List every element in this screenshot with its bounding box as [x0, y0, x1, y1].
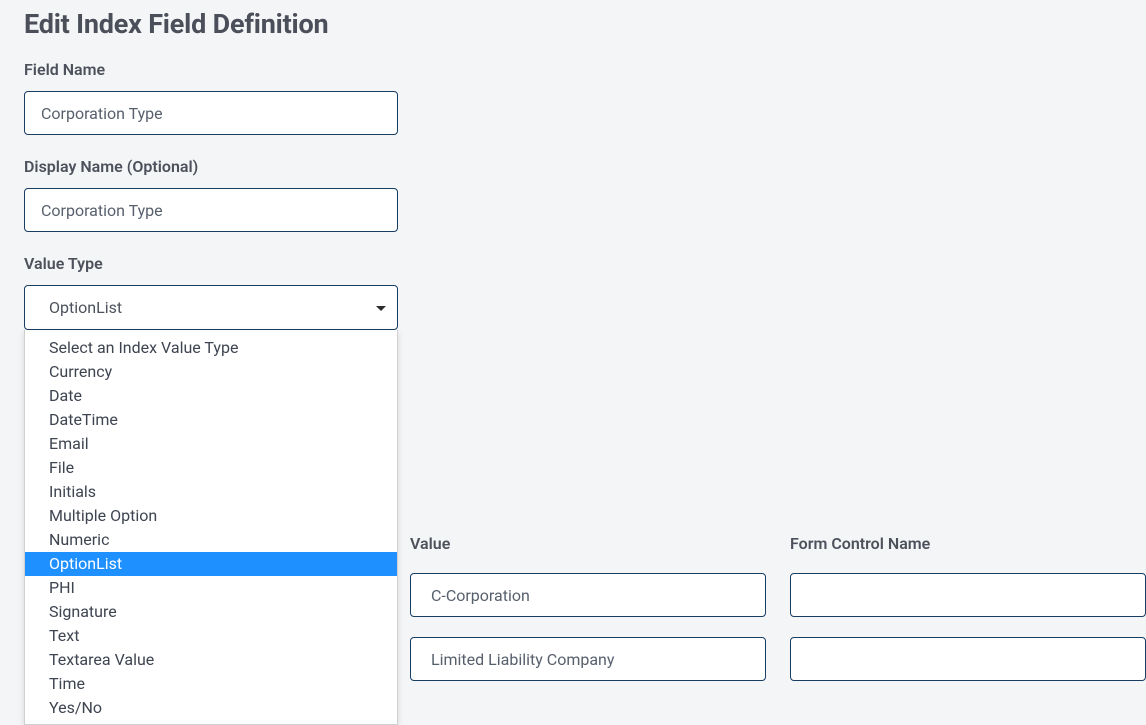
value-type-option[interactable]: Yes/No [25, 696, 397, 720]
value-type-option[interactable]: OptionList [25, 552, 397, 576]
page-title: Edit Index Field Definition [24, 8, 1122, 40]
display-name-label: Display Name (Optional) [24, 157, 1122, 176]
value-type-option[interactable]: Initials [25, 480, 397, 504]
option-value-input[interactable] [410, 573, 766, 617]
value-type-option[interactable]: Numeric [25, 528, 397, 552]
chevron-down-icon [376, 301, 386, 315]
value-type-option[interactable]: Signature [25, 600, 397, 624]
value-type-option[interactable]: Date [25, 384, 397, 408]
value-type-dropdown: Select an Index Value TypeCurrencyDateDa… [24, 330, 398, 725]
value-type-selected-text: OptionList [49, 298, 122, 317]
field-name-input[interactable] [24, 91, 398, 135]
value-type-label: Value Type [24, 254, 1122, 273]
value-type-option[interactable]: Email [25, 432, 397, 456]
value-type-select[interactable]: OptionList [24, 285, 398, 330]
value-type-option[interactable]: Select an Index Value Type [25, 336, 397, 360]
field-name-group: Field Name [24, 60, 1122, 135]
field-name-label: Field Name [24, 60, 1122, 79]
value-type-option[interactable]: DateTime [25, 408, 397, 432]
value-type-option[interactable]: Currency [25, 360, 397, 384]
value-type-option[interactable]: File [25, 456, 397, 480]
value-column-header: Value [410, 534, 790, 573]
form-control-name-input[interactable] [790, 637, 1146, 681]
value-type-option[interactable]: Multiple Option [25, 504, 397, 528]
display-name-input[interactable] [24, 188, 398, 232]
display-name-group: Display Name (Optional) [24, 157, 1122, 232]
value-type-option[interactable]: Text [25, 624, 397, 648]
value-type-option[interactable]: Time [25, 672, 397, 696]
option-value-input[interactable] [410, 637, 766, 681]
value-type-option[interactable]: PHI [25, 576, 397, 600]
value-type-option[interactable]: Textarea Value [25, 648, 397, 672]
value-type-group: Value Type OptionList Select an Index Va… [24, 254, 1122, 330]
form-control-name-input[interactable] [790, 573, 1146, 617]
form-control-column-header: Form Control Name [790, 534, 1146, 573]
